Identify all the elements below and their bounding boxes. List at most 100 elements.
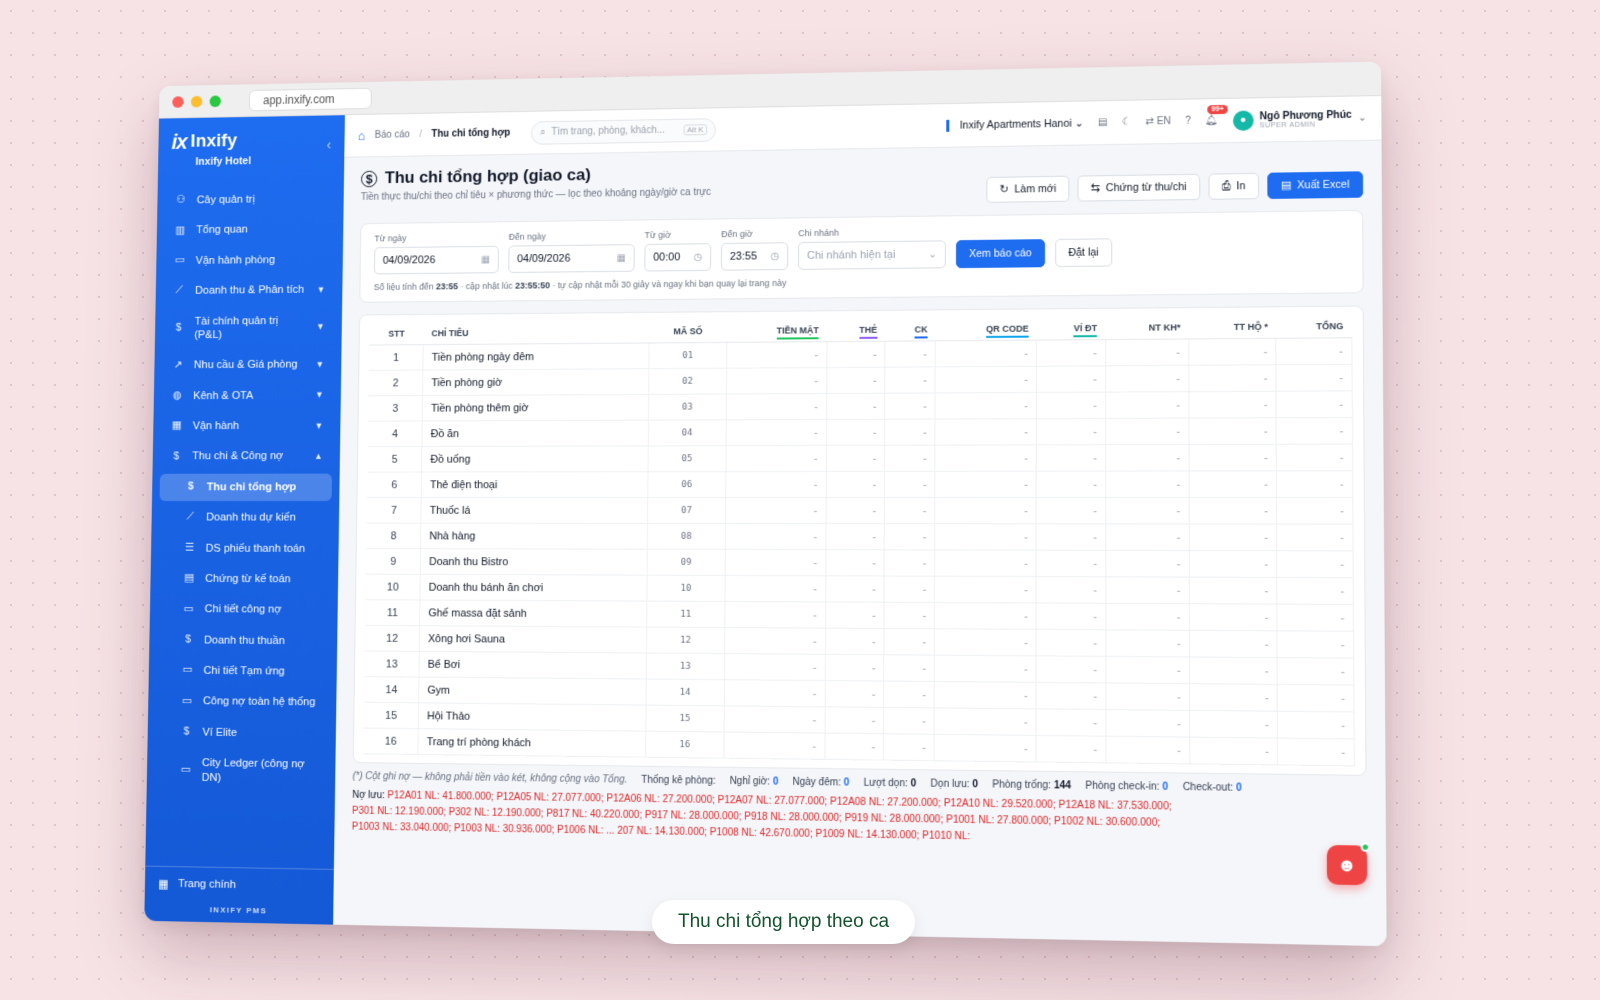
- refresh-button[interactable]: ↻ Làm mới: [986, 176, 1069, 203]
- sidebar-item-label: Vận hành: [193, 419, 306, 433]
- row-amount: -: [935, 681, 1037, 708]
- sidebar-item[interactable]: ⚇ Cây quản trị: [165, 185, 337, 215]
- sidebar-item-label: Tài chính quản trị (P&L): [194, 313, 307, 342]
- from-date-input[interactable]: 04/09/2026 ▦: [374, 246, 499, 275]
- to-time-input[interactable]: 23:55 ◷: [721, 242, 788, 270]
- sidebar-subitem[interactable]: ▭ Chi tiết công nợ: [157, 596, 330, 625]
- collapse-sidebar-icon[interactable]: ‹: [327, 137, 332, 153]
- app: ix Inxify Inxify Hotel ‹ ⚇ Cây quản trị ▥ T…: [144, 96, 1386, 946]
- table-row[interactable]: 6 Thẻ điện thoại 06- - - - - - - -: [367, 471, 1353, 498]
- row-amount: -: [1276, 391, 1352, 418]
- calendar-icon: ▦: [481, 254, 490, 265]
- sidebar-subitem[interactable]: ▭ Chi tiết Tạm ứng: [156, 657, 329, 686]
- vouchers-button[interactable]: ⇆ Chứng từ thu/chi: [1078, 174, 1200, 202]
- row-amount: -: [885, 419, 935, 445]
- row-code: 15: [646, 705, 724, 732]
- card-icon: ▭: [181, 664, 194, 678]
- branch-select[interactable]: Chi nhánh hiện tại ⌄: [798, 240, 946, 270]
- chatbot-button[interactable]: ☻: [1327, 845, 1367, 885]
- row-code: 01: [649, 342, 726, 368]
- table-row[interactable]: 8 Nhà hàng 08- - - - - - - -: [366, 523, 1353, 551]
- export-excel-button[interactable]: ▤ Xuất Excel: [1267, 171, 1363, 199]
- table-row[interactable]: 7 Thuốc lá 07- - - - - - - -: [367, 497, 1353, 524]
- sidebar-subitem[interactable]: $ Doanh thu thuần: [157, 626, 330, 655]
- dollar-icon: $: [170, 450, 183, 463]
- row-amount: -: [826, 550, 885, 576]
- stat-overnight: Ngày đêm: 0: [792, 777, 849, 789]
- sidebar-subitem[interactable]: $ Ví Elite: [155, 718, 328, 748]
- property-selector[interactable]: Inxify Apartments Hanoi ⌄: [947, 117, 1084, 131]
- table-row[interactable]: 3 Tiền phòng thêm giờ 03- - - - - - - -: [368, 391, 1352, 421]
- row-amount: -: [1277, 604, 1353, 631]
- sidebar-item[interactable]: ⟋ Doanh thu & Phân tích ▼: [163, 276, 335, 305]
- line-chart-icon: ⟋: [183, 511, 196, 524]
- language-switch[interactable]: ⇄ EN: [1145, 116, 1171, 127]
- card-icon: ▭: [182, 603, 195, 616]
- sidebar-item[interactable]: $ Thu chi & Công nợ ▲: [160, 443, 332, 471]
- row-amount: -: [1037, 709, 1106, 736]
- reset-button[interactable]: Đặt lại: [1055, 238, 1112, 267]
- row-amount: -: [724, 732, 825, 759]
- row-amount: -: [1105, 339, 1188, 366]
- view-report-button[interactable]: Xem báo cáo: [956, 239, 1045, 268]
- sidebar-item-label: City Ledger (công nợ DN): [202, 756, 319, 786]
- sidebar-item[interactable]: ▦ Vận hành ▼: [161, 412, 333, 440]
- help-icon[interactable]: ?: [1185, 116, 1191, 127]
- row-amount: -: [1037, 445, 1106, 471]
- sidebar-item[interactable]: ▭ Vận hành phòng: [164, 246, 336, 275]
- row-code: 06: [648, 472, 726, 498]
- home-icon[interactable]: ⌂: [358, 128, 366, 143]
- layout-icon[interactable]: ▤: [1098, 117, 1108, 128]
- moon-icon[interactable]: ☾: [1122, 117, 1131, 128]
- row-index: 7: [367, 498, 422, 524]
- column-header: CK: [885, 318, 935, 341]
- row-amount: -: [1037, 340, 1106, 367]
- sidebar-item[interactable]: $ Tài chính quản trị (P&L) ▼: [162, 306, 334, 349]
- avatar: ●: [1233, 110, 1254, 130]
- sidebar-item[interactable]: ◍ Kênh & OTA ▼: [161, 381, 333, 409]
- stat-vacant: Phòng trống: 144: [992, 779, 1071, 791]
- to-date-input[interactable]: 04/09/2026 ▦: [508, 244, 635, 273]
- row-amount: -: [1277, 551, 1353, 578]
- user-role: SUPER ADMIN: [1260, 120, 1352, 129]
- sidebar-nav: ⚇ Cây quản trị ▥ Tổng quan ▭ Vận hành phòng ⟋ D…: [145, 175, 344, 869]
- list-icon: ☰: [183, 542, 196, 555]
- row-amount: -: [1189, 338, 1277, 365]
- sidebar-subitem[interactable]: ▭ Công nợ toàn hệ thống: [156, 687, 329, 717]
- row-index: 6: [367, 472, 422, 498]
- row-amount: -: [1106, 630, 1190, 657]
- home-link[interactable]: ▦ Trang chính: [158, 877, 320, 894]
- row-amount: -: [884, 655, 935, 682]
- row-amount: -: [825, 628, 884, 655]
- row-code: 04: [648, 420, 726, 446]
- sidebar-subitem[interactable]: ⟋ Doanh thu dự kiến: [159, 504, 332, 532]
- sidebar-subitem[interactable]: ☰ DS phiếu thanh toán: [158, 534, 331, 562]
- card-icon: ▭: [179, 763, 192, 777]
- row-amount: -: [1189, 577, 1277, 604]
- row-amount: -: [725, 497, 826, 523]
- sidebar-item[interactable]: ▥ Tổng quan: [164, 215, 336, 245]
- row-amount: -: [885, 341, 935, 367]
- table-row[interactable]: 4 Đồ ăn 04- - - - - - - -: [368, 417, 1353, 446]
- sidebar-subitem[interactable]: $ Thu chi tổng hợp: [159, 473, 332, 501]
- table-row[interactable]: 9 Doanh thu Bistro 09- - - - - - - -: [366, 549, 1353, 578]
- maximize-window-icon[interactable]: [210, 95, 221, 107]
- search-input[interactable]: ⌕ Tìm trang, phòng, khách... Alt K: [531, 118, 716, 145]
- row-amount: -: [1190, 710, 1278, 738]
- from-time-input[interactable]: 00:00 ◷: [644, 243, 711, 271]
- footer-brand: INXIFY PMS: [158, 904, 320, 916]
- minimize-window-icon[interactable]: [191, 95, 202, 107]
- row-code: 05: [648, 446, 726, 472]
- close-window-icon[interactable]: [172, 96, 183, 108]
- row-amount: -: [1189, 418, 1277, 445]
- sidebar-subitem[interactable]: ▤ Chứng từ kế toán: [158, 565, 331, 593]
- sidebar-item[interactable]: ↗ Nhu cầu & Giá phòng ▼: [162, 351, 334, 380]
- print-button[interactable]: ⎙ In: [1208, 173, 1259, 200]
- breadcrumb-reports[interactable]: Báo cáo: [375, 129, 410, 140]
- user-menu[interactable]: ● Ngô Phương Phúc SUPER ADMIN ⌄: [1233, 108, 1367, 131]
- url-bar[interactable]: app.inxify.com: [249, 87, 372, 111]
- clock-icon: ◷: [694, 252, 703, 263]
- notifications[interactable]: 🔔︎ 99+: [1205, 115, 1218, 126]
- table-row[interactable]: 5 Đồ uống 05- - - - - - - -: [367, 444, 1352, 472]
- sidebar-subitem[interactable]: ▭ City Ledger (công nợ DN): [154, 749, 328, 793]
